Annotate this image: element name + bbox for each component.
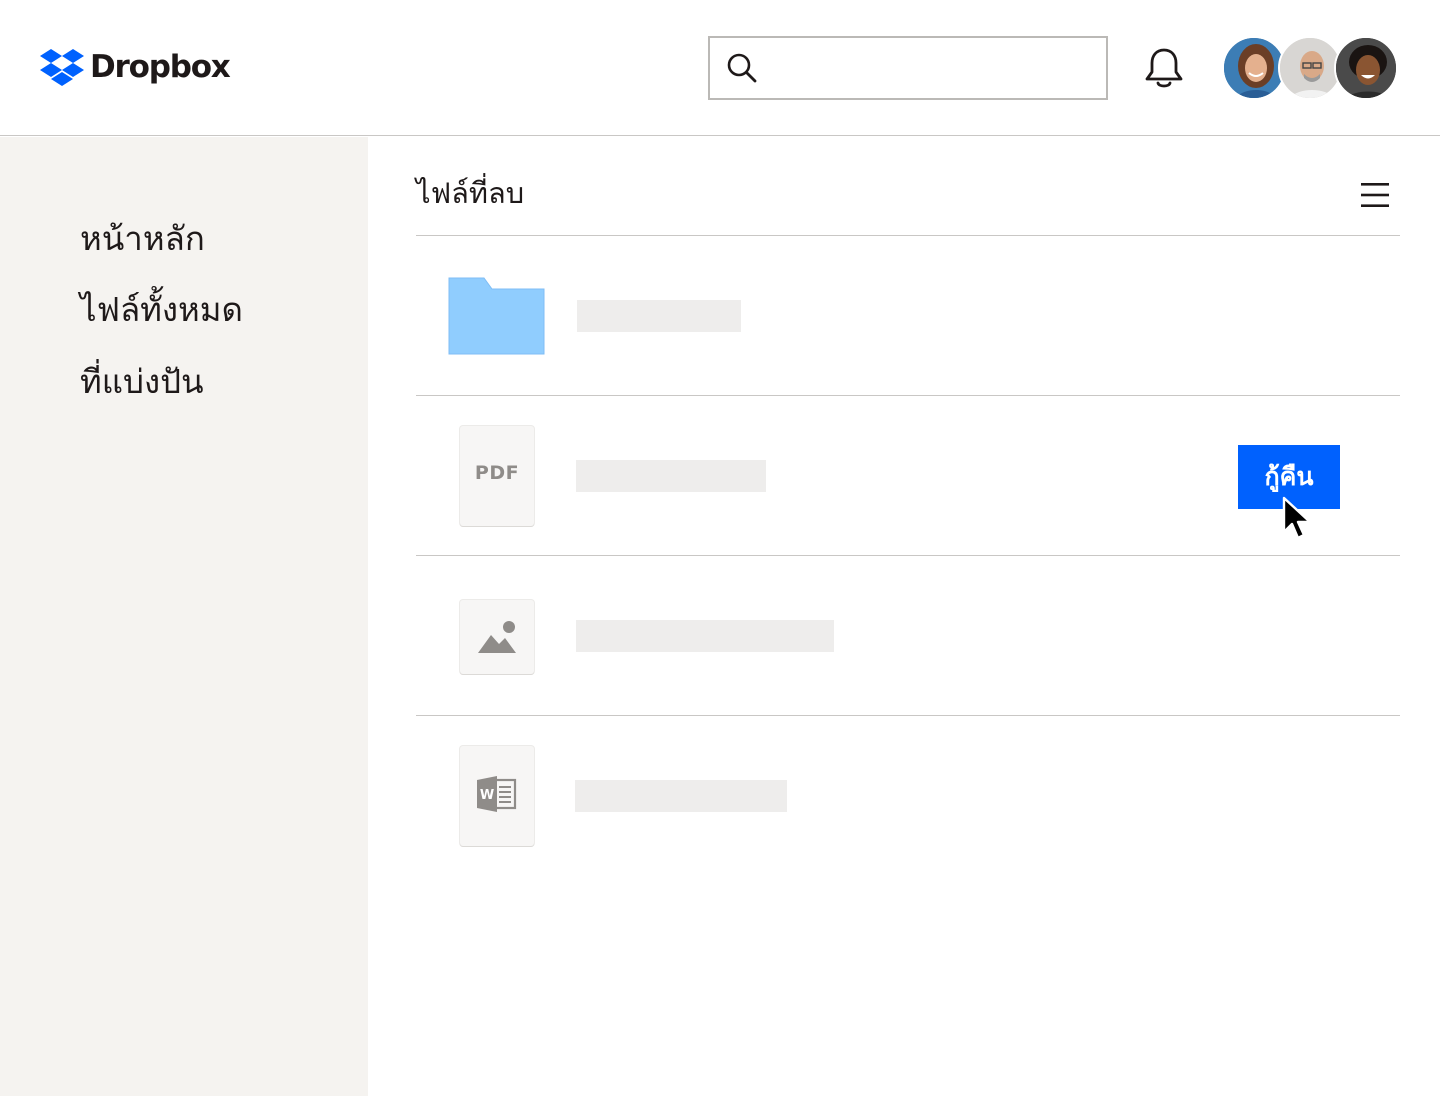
folder-icon [448, 277, 545, 355]
file-name-placeholder [575, 780, 787, 812]
bell-icon[interactable] [1143, 46, 1185, 90]
list-item[interactable]: PDF กู้คืน [416, 396, 1400, 556]
main-content: ไฟล์ที่ลบ PDF กู้คืน W [368, 137, 1440, 1096]
avatar[interactable] [1334, 36, 1398, 100]
sidebar-item-home[interactable]: หน้าหลัก [80, 217, 205, 261]
dropbox-logo-icon [40, 49, 84, 86]
file-name-placeholder [577, 300, 741, 332]
sidebar-item-all-files[interactable]: ไฟล์ทั้งหมด [80, 288, 243, 332]
hamburger-menu-icon[interactable] [1360, 181, 1390, 209]
top-bar: Dropbox [0, 0, 1440, 136]
search-icon [727, 53, 757, 83]
file-name-placeholder [576, 620, 834, 652]
brand-name: Dropbox [90, 49, 231, 85]
shared-users[interactable] [1222, 36, 1400, 102]
file-name-placeholder [576, 460, 766, 492]
svg-text:W: W [480, 788, 494, 803]
page-title: ไฟล์ที่ลบ [416, 176, 525, 210]
image-file-icon [460, 600, 534, 674]
avatar[interactable] [1222, 36, 1286, 100]
dropbox-logo[interactable]: Dropbox [40, 47, 231, 87]
word-file-icon: W [460, 746, 534, 846]
search-box[interactable] [708, 36, 1108, 100]
list-item[interactable] [416, 236, 1400, 396]
search-input[interactable] [770, 46, 1090, 90]
list-item[interactable] [416, 556, 1400, 716]
sidebar: หน้าหลัก ไฟล์ทั้งหมด ที่แบ่งปัน [0, 137, 368, 1096]
list-item[interactable]: W [416, 716, 1400, 876]
pdf-label: PDF [474, 462, 520, 484]
restore-button[interactable]: กู้คืน [1238, 445, 1340, 509]
pdf-file-icon: PDF [460, 426, 534, 526]
sidebar-item-shared[interactable]: ที่แบ่งปัน [80, 360, 204, 404]
avatar[interactable] [1278, 36, 1342, 100]
